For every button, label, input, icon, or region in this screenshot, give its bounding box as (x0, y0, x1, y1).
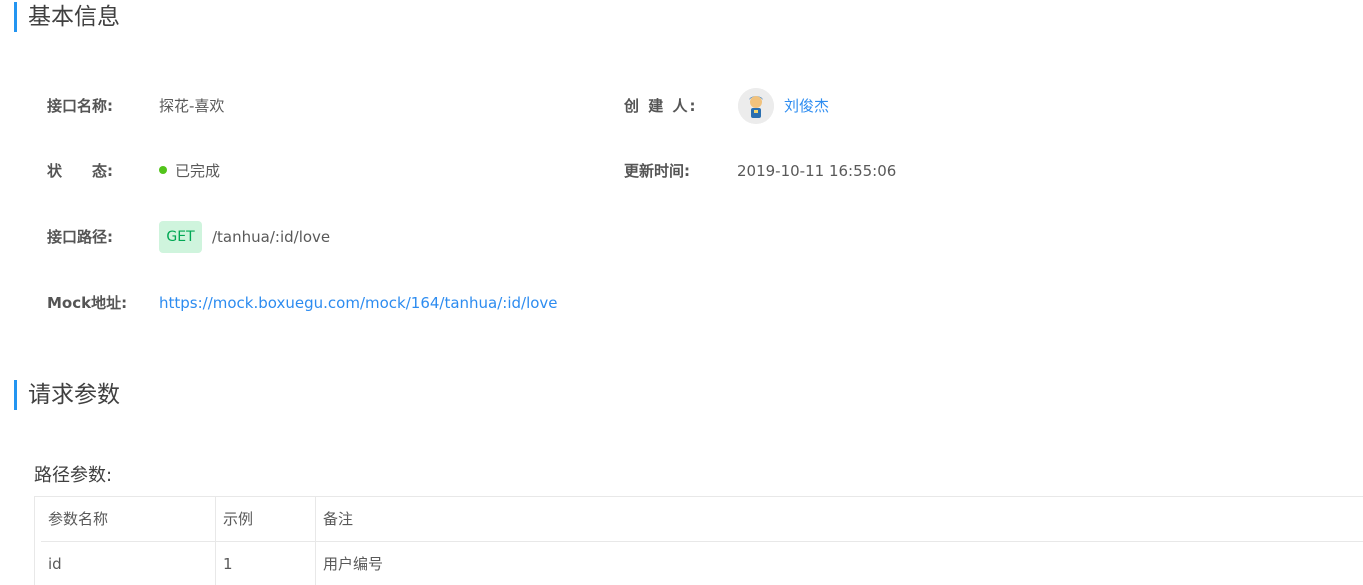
method-get-badge: GET (159, 221, 202, 253)
status-text: 已完成 (175, 162, 221, 180)
table-cell: 用户编号 (323, 555, 384, 573)
section-title-basic-info: 基本信息 (14, 2, 120, 32)
table-header-cell: 示例 (216, 497, 316, 541)
avatar[interactable] (738, 88, 774, 124)
status-dot-icon (159, 166, 167, 174)
table-header-cell: 备注 (323, 510, 354, 528)
creator-name-link[interactable]: 刘俊杰 (784, 96, 829, 116)
table-cell: id (41, 542, 216, 585)
section-title-request-params: 请求参数 (14, 380, 120, 410)
table-header-cell: 参数名称 (41, 497, 216, 541)
user-avatar-icon (738, 88, 774, 124)
status-value: 已完成 (159, 161, 220, 181)
interface-name-value: 探花-喜欢 (159, 97, 225, 115)
creator-label: 创 建 人: (624, 97, 698, 115)
updated-time-value: 2019-10-11 16:55:06 (737, 162, 897, 180)
updated-time-label: 更新时间: (624, 162, 690, 180)
status-label: 状 态: (47, 162, 113, 180)
mock-url-link[interactable]: https://mock.boxuegu.com/mock/164/tanhua… (159, 293, 558, 313)
path-params-table: 参数名称 示例 备注 id 1 用户编号 (34, 496, 1363, 585)
table-row: id 1 用户编号 (41, 542, 1363, 585)
path-params-label: 路径参数: (34, 465, 113, 486)
table-header-row: 参数名称 示例 备注 (41, 497, 1363, 542)
table-cell: 1 (216, 542, 316, 585)
interface-path-value: /tanhua/:id/love (212, 228, 331, 246)
interface-name-label: 接口名称: (47, 97, 113, 115)
interface-path-label: 接口路径: (47, 228, 113, 246)
mock-address-label: Mock地址: (47, 294, 128, 312)
